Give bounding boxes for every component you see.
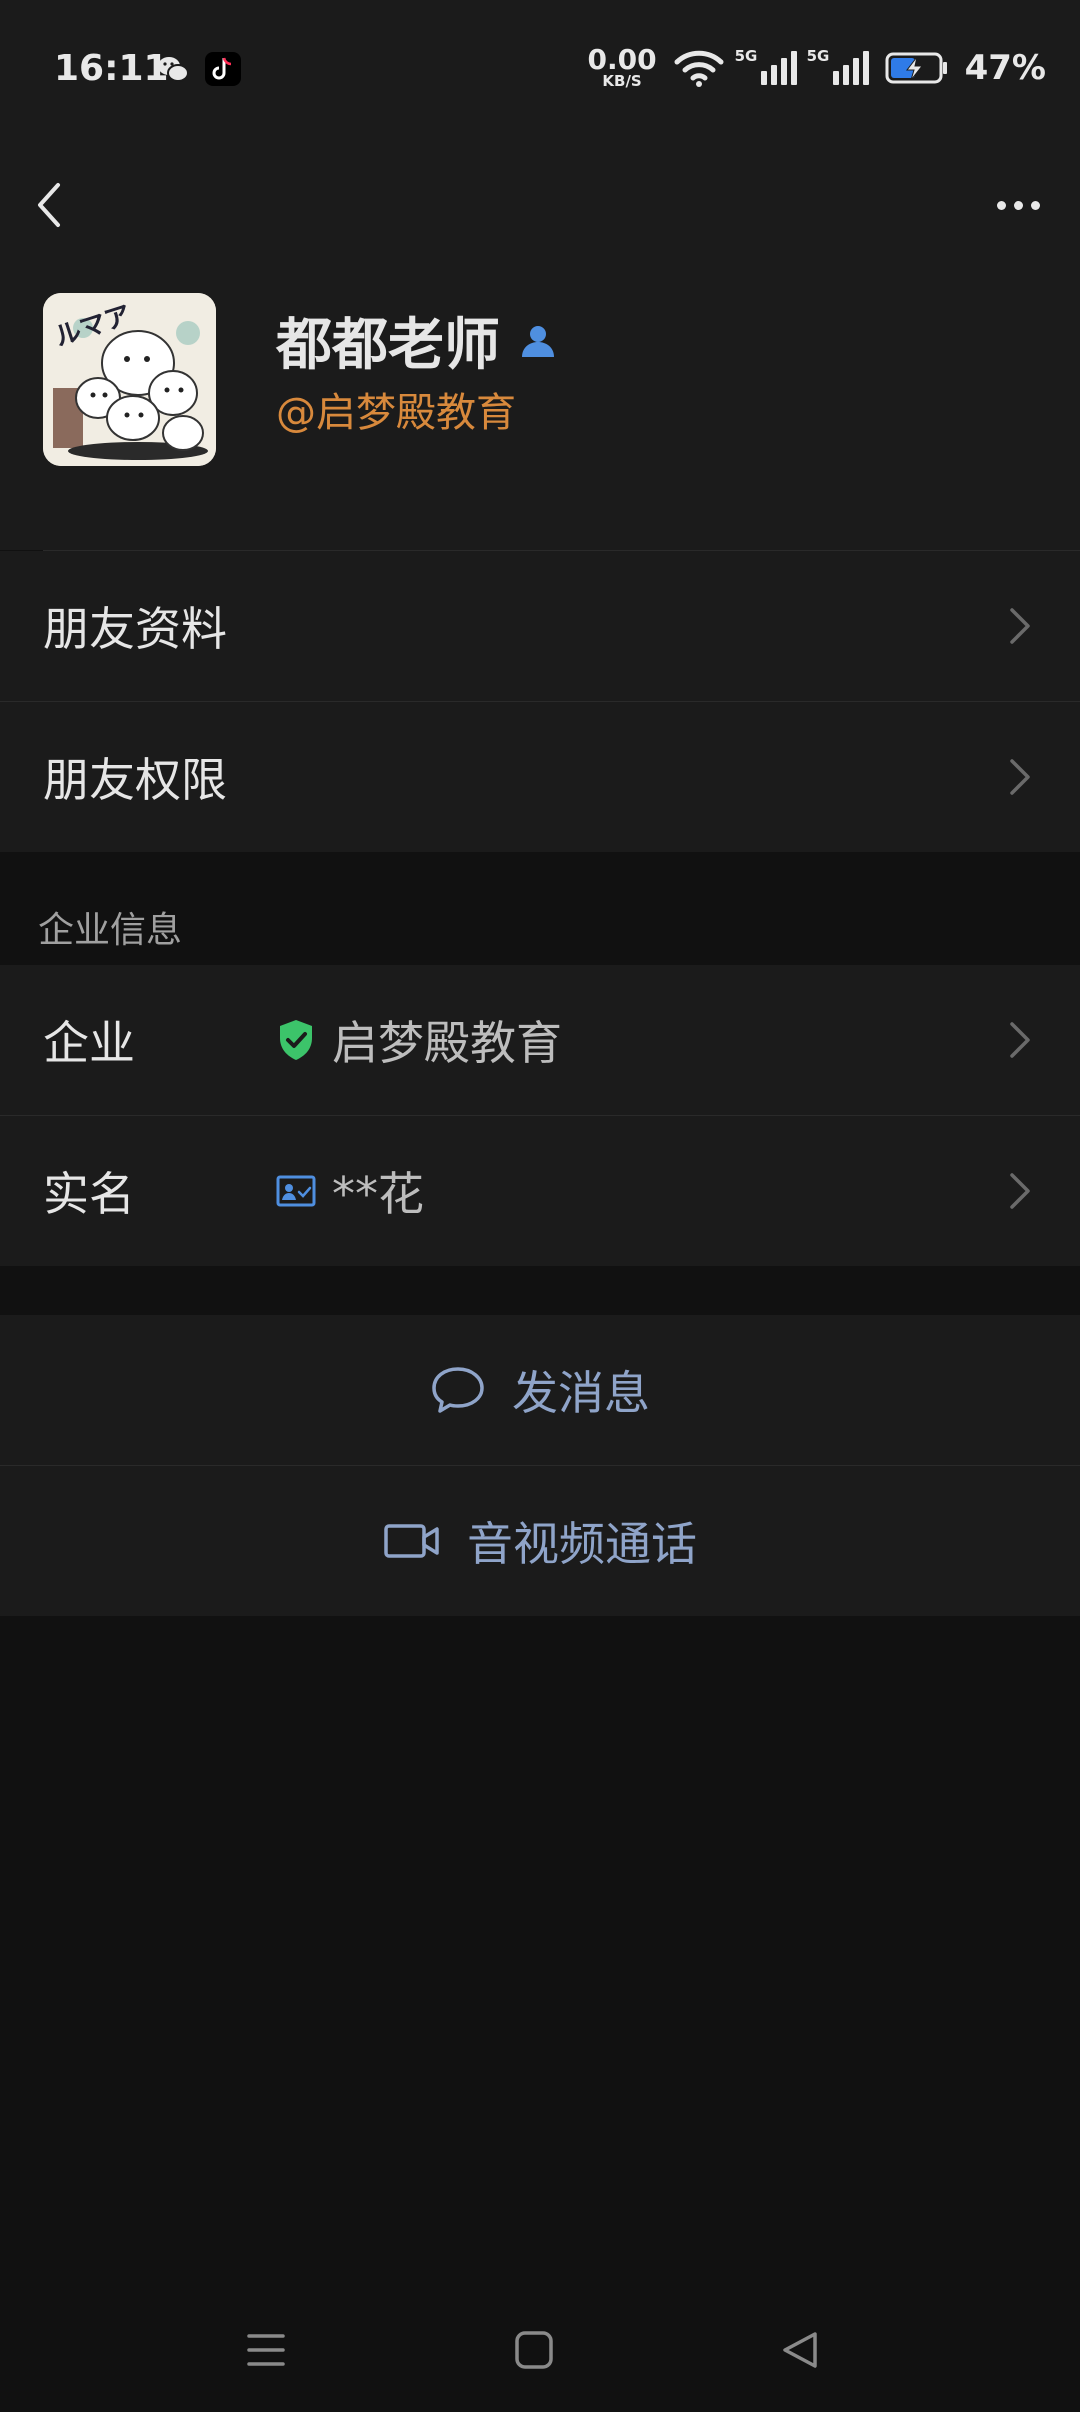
signal-5g-1-icon: 5G (735, 47, 797, 85)
nav-back-button[interactable] (770, 2320, 830, 2380)
realname-value: **花 (276, 1158, 424, 1224)
battery-percentage: 47% (964, 47, 1046, 88)
chevron-left-icon (38, 183, 60, 227)
nav-home-button[interactable] (504, 2320, 564, 2380)
more-options-button[interactable] (986, 180, 1050, 230)
contact-person-icon (522, 325, 554, 357)
verified-shield-icon (280, 1020, 312, 1060)
profile-header: ルマア 都都老师 @启梦殿教育 (0, 140, 1080, 551)
send-message-button[interactable]: 发消息 (0, 1315, 1080, 1466)
status-indicators: 0.00 KB/S 5G 5G 47% (588, 46, 1046, 89)
friend-menu: 朋友资料 朋友权限 (0, 551, 1080, 852)
enterprise-name: 启梦殿教育 (332, 1016, 562, 1070)
nav-menu-button[interactable] (236, 2320, 296, 2380)
net-speed-unit: KB/S (602, 72, 642, 90)
av-call-button[interactable]: 音视频通话 (0, 1466, 1080, 1616)
profile-company-tag: @启梦殿教育 (276, 390, 516, 436)
back-triangle-icon (783, 2332, 817, 2368)
friend-info-label: 朋友资料 (43, 602, 227, 656)
signal-5g-2-icon: 5G (807, 47, 869, 85)
wechat-icon (155, 52, 191, 86)
video-camera-icon (384, 1524, 439, 1558)
id-card-icon (276, 1175, 316, 1207)
realname-row[interactable]: 实名 **花 (0, 1116, 1080, 1266)
avatar-cartoon-image: ルマア (43, 293, 216, 466)
action-buttons: 发消息 音视频通话 (0, 1315, 1080, 1616)
avatar[interactable]: ルマア (43, 293, 216, 466)
chevron-right-icon (1010, 759, 1030, 795)
tiktok-icon (205, 52, 241, 86)
send-message-label: 发消息 (512, 1366, 650, 1420)
wifi-icon (674, 50, 724, 87)
section-title: 企业信息 (38, 910, 183, 951)
chat-bubble-icon (432, 1367, 484, 1413)
net-speed: 0.00 KB/S (588, 46, 657, 89)
chevron-right-icon (1010, 1173, 1030, 1209)
home-square-icon (515, 2331, 553, 2369)
status-bar: 16:11 0.00 KB/S 5G 5G 47% (0, 0, 1080, 140)
net-speed-value: 0.00 (587, 43, 657, 76)
realname-text: **花 (332, 1167, 424, 1221)
enterprise-value: 启梦殿教育 (276, 1007, 562, 1073)
profile-name-row: 都都老师 (276, 300, 558, 381)
enterprise-row[interactable]: 企业 启梦殿教育 (0, 965, 1080, 1116)
battery-charging-icon (885, 52, 947, 83)
friend-permissions-label: 朋友权限 (43, 753, 227, 807)
av-call-label: 音视频通话 (467, 1517, 697, 1571)
friend-permissions-row[interactable]: 朋友权限 (0, 702, 1080, 852)
menu-icon (247, 2334, 285, 2366)
more-horizontal-icon (996, 200, 1006, 210)
enterprise-info: 企业 启梦殿教育 实名 **花 (0, 965, 1080, 1266)
back-button[interactable] (34, 160, 84, 250)
status-time: 16:11 (54, 48, 169, 89)
realname-label: 实名 (43, 1167, 135, 1221)
system-nav-bar (0, 2280, 1080, 2412)
status-app-icons (155, 52, 241, 86)
friend-info-row[interactable]: 朋友资料 (0, 551, 1080, 702)
profile-name: 都都老师 (276, 313, 500, 378)
chevron-right-icon (1010, 608, 1030, 644)
enterprise-label: 企业 (43, 1016, 135, 1070)
signal-tag-2: 5G (806, 46, 830, 65)
enterprise-section-header: 企业信息 (0, 855, 1080, 965)
signal-tag-1: 5G (734, 46, 758, 65)
chevron-right-icon (1010, 1022, 1030, 1058)
